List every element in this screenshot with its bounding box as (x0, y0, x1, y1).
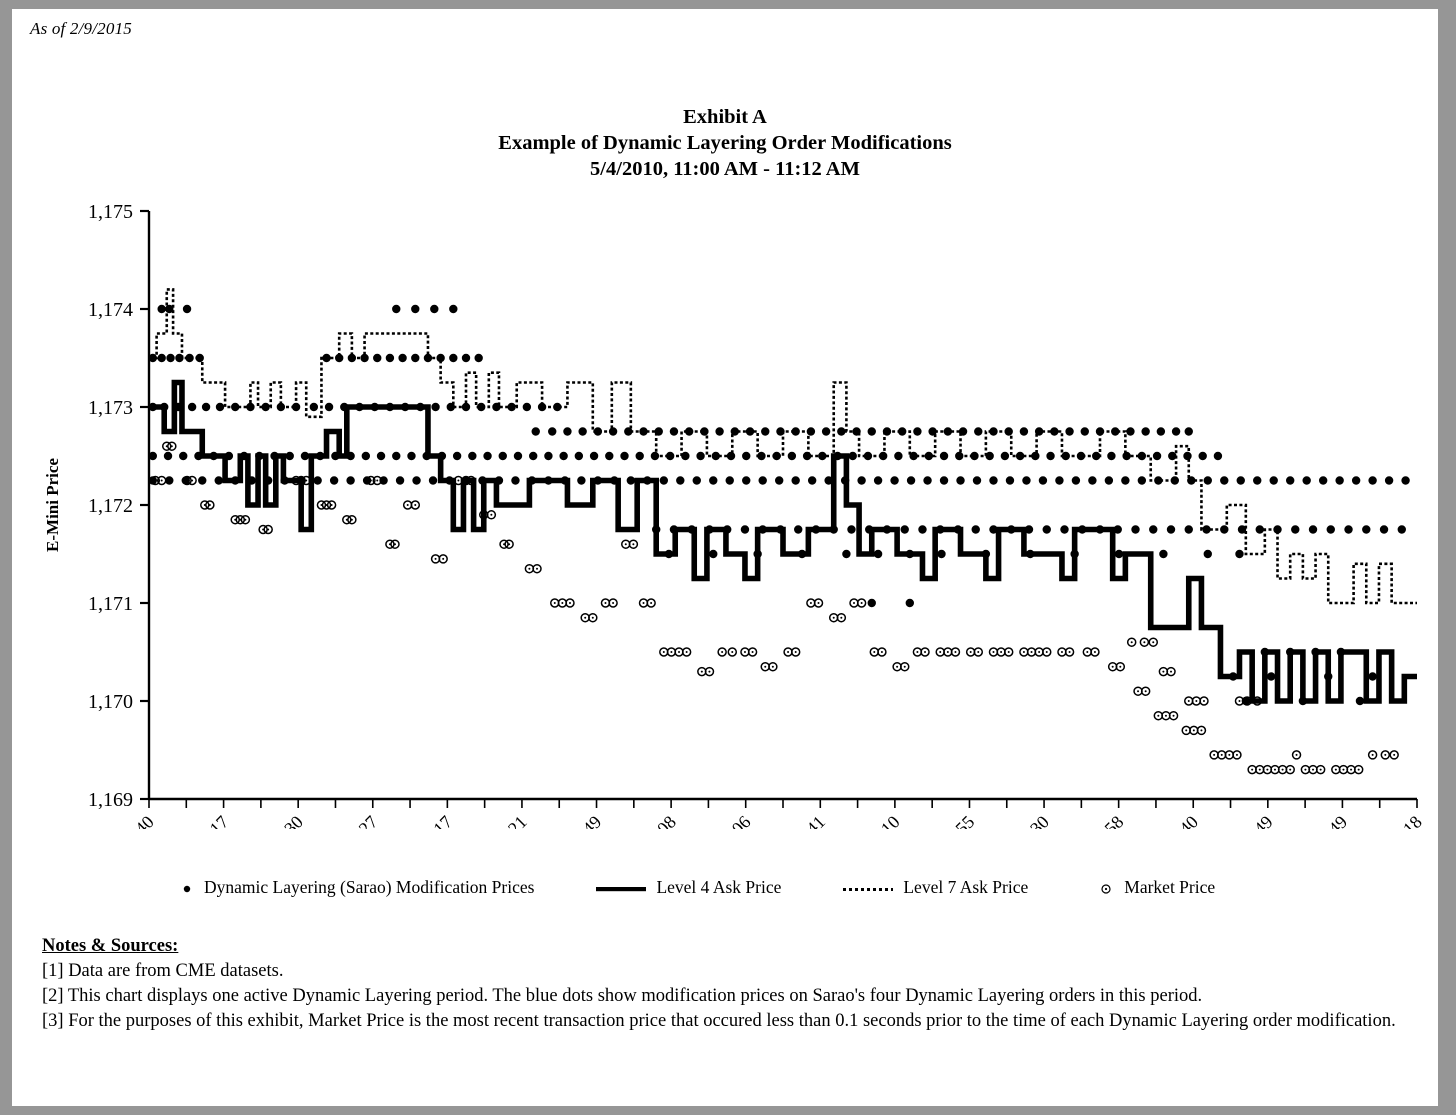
svg-text:11:07:41: 11:07:41 (770, 812, 829, 829)
x-tick-labels: 11:00:40 11:01:17 11:02:30 11:03:27 11:04:17… (99, 812, 1426, 829)
svg-text:11:10:49: 11:10:49 (1218, 812, 1277, 829)
note-item-2: [2] This chart displays one active Dynam… (42, 985, 1203, 1006)
svg-text:11:11:49: 11:11:49 (1293, 812, 1351, 829)
svg-text:1,172: 1,172 (88, 495, 133, 517)
svg-text:1,175: 1,175 (88, 201, 133, 223)
svg-text:11:12:18: 11:12:18 (1367, 812, 1426, 829)
svg-text:11:03:27: 11:03:27 (323, 812, 382, 829)
notes-heading: Notes & Sources: (42, 936, 179, 956)
open-circle-icon (1101, 883, 1111, 894)
price-chart-svg: 1,169 1,170 1,171 1,172 1,173 1,174 1,175 11:0… (43, 201, 1426, 829)
chart-legend: Dynamic Layering (Sarao) Modification Pr… (12, 877, 1438, 898)
chart-title-block: Exhibit A Example of Dynamic Layering Or… (12, 104, 1438, 183)
svg-text:11:05:21: 11:05:21 (472, 812, 531, 829)
svg-text:11:08:55: 11:08:55 (919, 812, 978, 829)
note-item-3: [3] For the purposes of this exhibit, Ma… (42, 1010, 1396, 1031)
legend-item-level7[interactable]: Level 7 Ask Price (843, 877, 1028, 898)
as-of-date: As of 2/9/2015 (30, 19, 132, 38)
svg-text:1,169: 1,169 (88, 789, 133, 811)
legend-item-sarao[interactable]: Dynamic Layering (Sarao) Modification Pr… (180, 877, 534, 898)
svg-text:11:06:08: 11:06:08 (621, 812, 680, 829)
note-item-1: [1] Data are from CME datasets. (42, 960, 284, 981)
svg-text:11:09:58: 11:09:58 (1069, 812, 1128, 829)
document-page: As of 2/9/2015 Exhibit A Example of Dyna… (12, 9, 1438, 1106)
legend-label-level4: Level 4 Ask Price (656, 877, 782, 897)
svg-text:1,170: 1,170 (88, 691, 133, 713)
chart-area: 1,169 1,170 1,171 1,172 1,173 1,174 1,175 11:0… (12, 189, 1438, 829)
svg-text:11:10:40: 11:10:40 (1143, 812, 1202, 829)
svg-text:1,171: 1,171 (88, 593, 133, 615)
svg-text:11:00:40: 11:00:40 (99, 812, 158, 829)
svg-text:11:01:17: 11:01:17 (173, 812, 232, 829)
svg-text:11:05:49: 11:05:49 (546, 812, 605, 829)
notes-and-sources: Notes & Sources: [1] Data are from CME d… (42, 934, 1422, 1034)
legend-item-level4[interactable]: Level 4 Ask Price (596, 877, 781, 898)
title-line-1: Exhibit A (683, 106, 767, 128)
market-price-dots (150, 441, 1399, 775)
y-axis-title: E-Mini Price (43, 458, 62, 552)
filled-dot-icon (183, 885, 191, 892)
svg-text:1,173: 1,173 (88, 397, 133, 419)
hatched-line-icon (843, 887, 894, 891)
svg-text:11:02:30: 11:02:30 (248, 812, 307, 829)
svg-text:11:04:17: 11:04:17 (397, 812, 456, 829)
title-line-2: Example of Dynamic Layering Order Modifi… (498, 132, 952, 155)
svg-text:11:07:06: 11:07:06 (696, 812, 755, 829)
legend-label-sarao: Dynamic Layering (Sarao) Modification Pr… (204, 877, 535, 897)
y-tick-labels: 1,169 1,170 1,171 1,172 1,173 1,174 1,175 (88, 201, 133, 811)
legend-item-market[interactable]: Market Price (1098, 877, 1215, 898)
thick-line-icon (596, 886, 647, 891)
title-line-3: 5/4/2010, 11:00 AM - 11:12 AM (590, 158, 860, 181)
legend-label-market: Market Price (1124, 877, 1216, 897)
svg-text:1,174: 1,174 (88, 299, 133, 321)
svg-text:11:09:30: 11:09:30 (994, 812, 1053, 829)
svg-text:11:08:10: 11:08:10 (845, 812, 904, 829)
legend-label-level7: Level 7 Ask Price (903, 877, 1029, 897)
svg-text:E-Mini Price: E-Mini Price (43, 458, 62, 552)
